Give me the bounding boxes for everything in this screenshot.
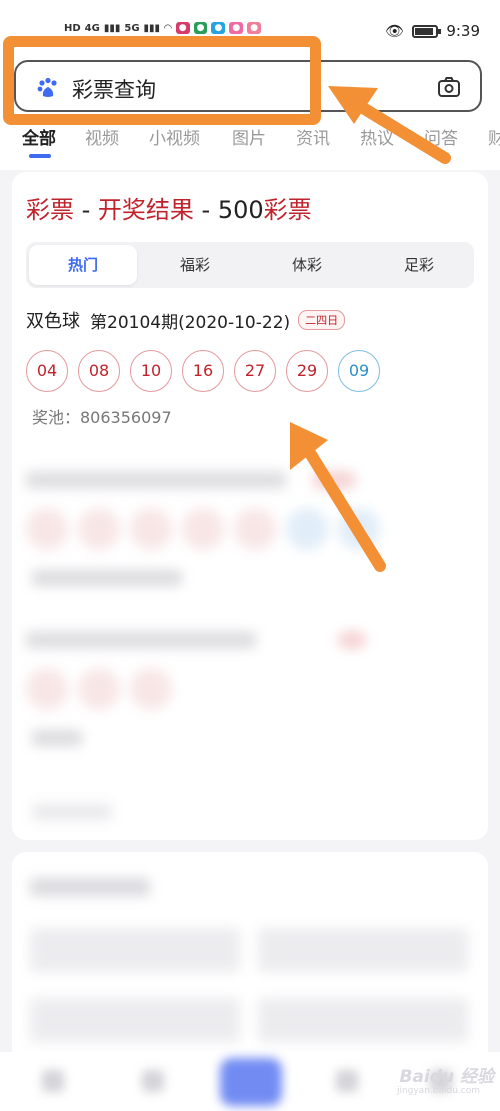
- signal-bars-icon: ▮▮▮: [143, 22, 161, 34]
- tab-all[interactable]: 全部: [22, 124, 56, 149]
- signal-bars-icon: ▮▮▮: [103, 22, 121, 34]
- blurred-line: [32, 570, 182, 586]
- blurred-ball: [26, 508, 68, 550]
- blurred-ball: [286, 508, 328, 550]
- blurred-ball: [78, 508, 120, 550]
- status-bar: HD 4G ▮▮▮ 5G ▮▮▮ ◠ ● ● ● ● ● 👁 9:39: [0, 0, 500, 58]
- draw-issue: 第20104期(2020-10-22): [90, 312, 291, 333]
- home-button[interactable]: [220, 1058, 282, 1106]
- message-icon[interactable]: [142, 1070, 164, 1092]
- blurred-ball: [182, 508, 224, 550]
- search-tabs: 全部 视频 小视频 图片 资讯 热议 问答 财: [0, 120, 500, 164]
- status-icons-left: HD 4G ▮▮▮ 5G ▮▮▮ ◠ ● ● ● ● ●: [64, 22, 262, 34]
- tab-video[interactable]: 视频: [85, 124, 119, 149]
- watermark-url: jingyan.baidu.com: [396, 1086, 480, 1096]
- baidu-paw-icon: [37, 77, 57, 97]
- app-notification-icon: ●: [193, 22, 208, 34]
- blurred-badge: [338, 631, 366, 649]
- wifi-icon: ◠: [164, 22, 172, 34]
- card-title[interactable]: 彩票 - 开奖结果 - 500彩票: [26, 190, 312, 225]
- app-notification-icon: ●: [211, 22, 226, 34]
- camera-icon[interactable]: [436, 74, 462, 100]
- title-500: - 500: [193, 196, 264, 224]
- watermark: Baidu 经验: [399, 1067, 494, 1087]
- segment-welfare[interactable]: 福彩: [141, 245, 249, 285]
- search-input[interactable]: 彩票查询: [72, 74, 156, 104]
- prize-pool: 奖池：806356097: [32, 408, 172, 427]
- blurred-ball: [26, 668, 68, 710]
- app-notification-icon: ●: [247, 22, 262, 34]
- red-ball: 16: [182, 350, 224, 392]
- blurred-line: [32, 804, 112, 820]
- tab-news[interactable]: 资讯: [296, 124, 330, 149]
- red-ball: 29: [286, 350, 328, 392]
- blurred-ball: [338, 508, 380, 550]
- red-ball: 08: [78, 350, 120, 392]
- blurred-more-results: [12, 442, 488, 832]
- red-ball: 10: [130, 350, 172, 392]
- winning-numbers: 04 08 10 16 27 29 09: [26, 350, 380, 392]
- blurred-line: [32, 730, 82, 746]
- blurred-block: [30, 928, 240, 972]
- search-bar[interactable]: 彩票查询: [14, 60, 482, 112]
- app-notification-icon: ●: [175, 22, 190, 34]
- blurred-block: [258, 998, 468, 1042]
- lottery-result-card: 彩票 - 开奖结果 - 500彩票 热门 福彩 体彩 足彩 双色球 第20104…: [12, 172, 488, 840]
- blurred-line: [30, 878, 150, 896]
- status-icons-right: 👁 9:39: [385, 22, 480, 40]
- segment-sports[interactable]: 体彩: [253, 245, 361, 285]
- lottery-category-tabs: 热门 福彩 体彩 足彩: [26, 242, 474, 288]
- title-lottery: 彩票: [26, 196, 74, 224]
- segment-hot[interactable]: 热门: [29, 245, 137, 285]
- blurred-line: [26, 472, 286, 488]
- active-tab-indicator: [29, 154, 51, 158]
- blurred-ball: [234, 508, 276, 550]
- blurred-ball: [130, 668, 172, 710]
- related-searches-card: [12, 852, 488, 1062]
- segment-football[interactable]: 足彩: [365, 245, 473, 285]
- tab-short-video[interactable]: 小视频: [149, 124, 200, 149]
- lottery-game-header[interactable]: 双色球 第20104期(2020-10-22) 二四日: [26, 307, 346, 333]
- blurred-related: [12, 852, 488, 1062]
- blue-ball: 09: [338, 350, 380, 392]
- battery-icon: [412, 24, 442, 38]
- tab-images[interactable]: 图片: [232, 124, 266, 149]
- red-ball: 27: [234, 350, 276, 392]
- clock: 9:39: [446, 22, 480, 40]
- blurred-ball: [78, 668, 120, 710]
- tab-qa[interactable]: 问答: [424, 124, 458, 149]
- tab-discussion[interactable]: 热议: [360, 124, 394, 149]
- refresh-icon[interactable]: [336, 1070, 358, 1092]
- app-notification-icon: ●: [229, 22, 244, 34]
- eye-icon: 👁: [385, 22, 405, 40]
- back-icon[interactable]: [42, 1070, 64, 1092]
- blurred-ball: [130, 508, 172, 550]
- title-draw-results: 开奖结果: [97, 196, 194, 224]
- title-separator: -: [74, 196, 98, 224]
- blurred-block: [30, 998, 240, 1042]
- title-lottery-brand: 彩票: [263, 196, 312, 224]
- red-ball: 04: [26, 350, 68, 392]
- blurred-badge: [312, 471, 356, 489]
- draw-days-badge: 二四日: [298, 310, 346, 330]
- blurred-block: [258, 928, 468, 972]
- signal-5g-icon: 5G: [124, 22, 140, 34]
- hd-indicator: HD: [64, 22, 81, 34]
- tab-finance[interactable]: 财: [488, 124, 500, 149]
- game-name: 双色球: [26, 311, 80, 332]
- signal-4g-icon: 4G: [84, 22, 100, 34]
- blurred-line: [26, 632, 256, 648]
